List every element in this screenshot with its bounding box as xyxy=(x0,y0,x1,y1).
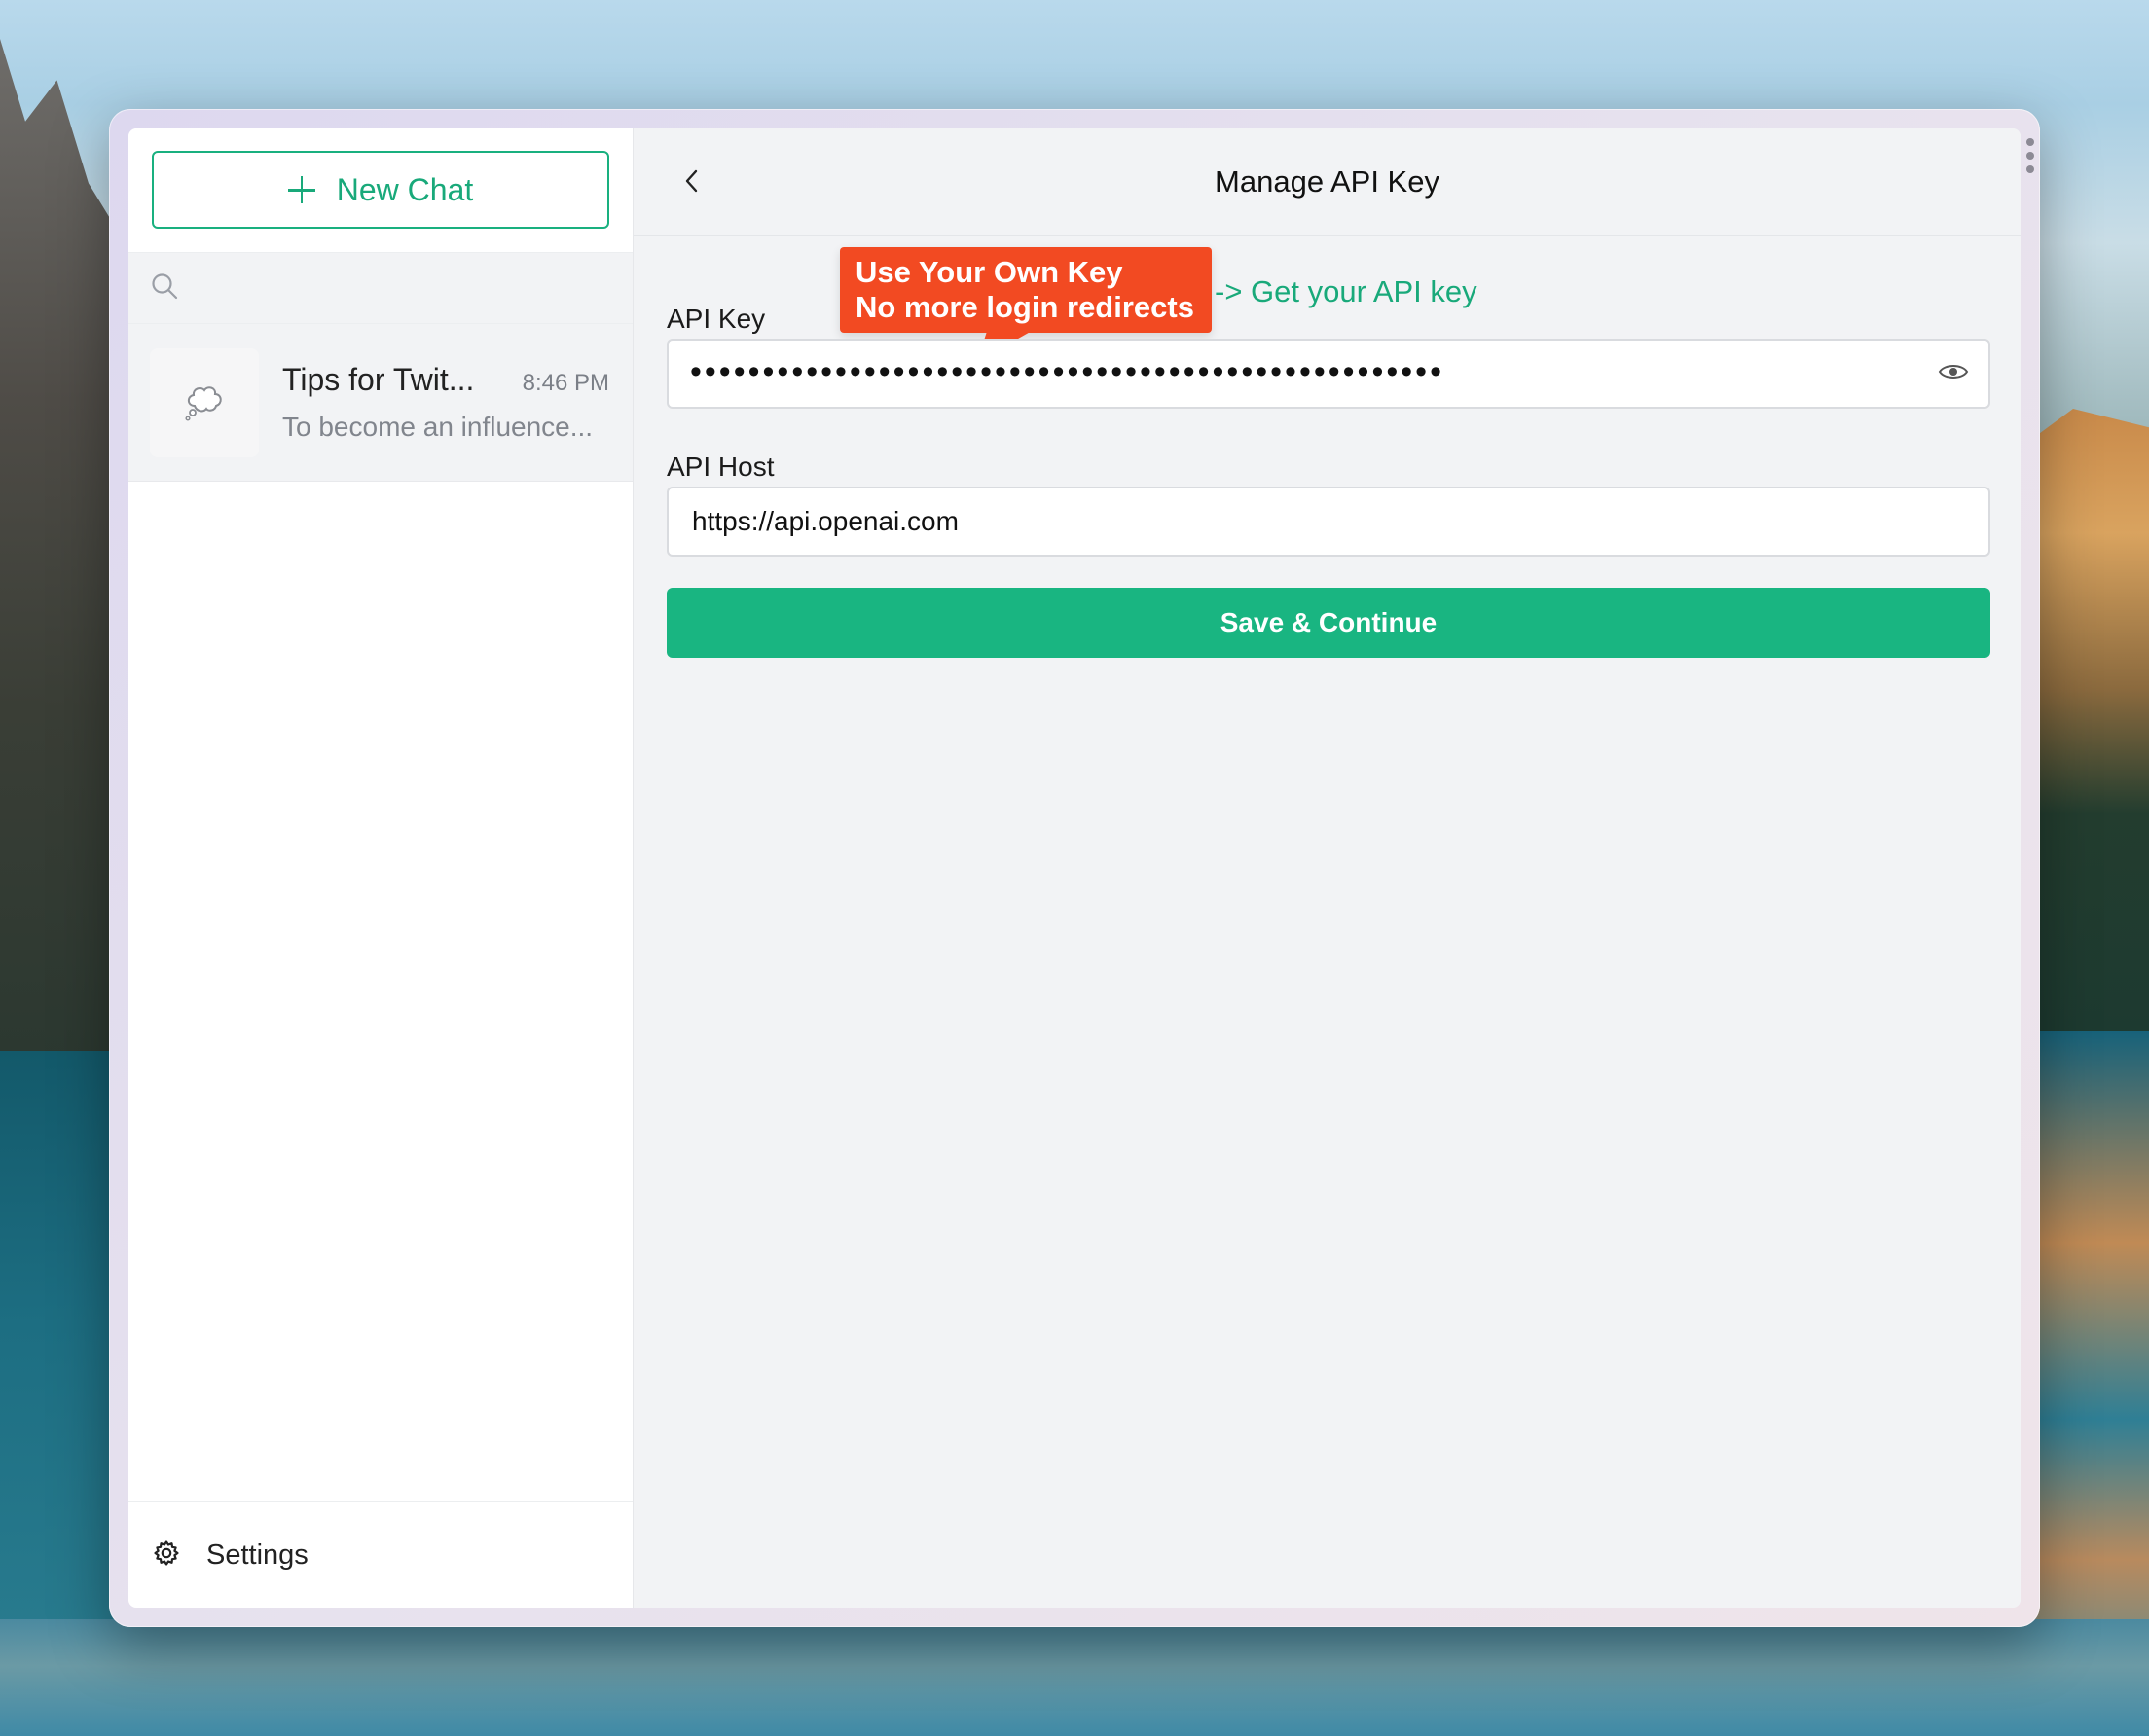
api-host-label: API Host xyxy=(667,452,775,482)
save-continue-button[interactable]: Save & Continue xyxy=(667,588,1990,658)
api-host-field[interactable] xyxy=(667,487,1990,557)
chat-header: Tips for Twit... 8:46 PM xyxy=(282,362,609,398)
settings-button[interactable]: Settings xyxy=(128,1501,633,1608)
wallpaper-mountain-right xyxy=(2022,409,2149,1031)
gear-icon xyxy=(152,1538,181,1573)
app-window: New Chat Tips for Twit... 8:46 PM To bec… xyxy=(109,109,2040,1627)
window-grip-handle[interactable] xyxy=(2026,138,2034,173)
chat-timestamp: 8:46 PM xyxy=(522,370,609,396)
chat-meta: Tips for Twit... 8:46 PM To become an in… xyxy=(282,362,609,443)
new-chat-button[interactable]: New Chat xyxy=(152,151,609,229)
api-host-input[interactable] xyxy=(669,506,1988,537)
app-container: New Chat Tips for Twit... 8:46 PM To bec… xyxy=(128,128,2021,1608)
new-chat-area: New Chat xyxy=(128,128,633,253)
new-chat-label: New Chat xyxy=(336,171,474,207)
chat-title: Tips for Twit... xyxy=(282,362,475,397)
api-key-label: API Key xyxy=(667,304,766,334)
eye-icon xyxy=(1938,361,1969,387)
wallpaper-mountain-left xyxy=(0,39,127,1070)
wallpaper-lake-bottom xyxy=(0,1619,2149,1736)
page-title: Manage API Key xyxy=(1215,164,1439,199)
search-icon xyxy=(150,271,179,306)
api-key-field[interactable]: ••••••••••••••••••••••••••••••••••••••••… xyxy=(667,339,1990,409)
promo-callout: Use Your Own Key No more login redirects xyxy=(840,247,1212,333)
chat-list-item[interactable]: Tips for Twit... 8:46 PM To become an in… xyxy=(128,324,633,482)
toggle-visibility-button[interactable] xyxy=(1936,356,1971,391)
settings-label: Settings xyxy=(206,1538,309,1571)
main-panel: Manage API Key Use Your Own Key No more … xyxy=(634,128,2021,1608)
avatar xyxy=(150,347,259,457)
search-input[interactable] xyxy=(191,271,584,305)
desktop-wallpaper: New Chat Tips for Twit... 8:46 PM To bec… xyxy=(0,0,2149,1736)
callout-line-2: No more login redirects xyxy=(856,290,1194,324)
callout-line-1: Use Your Own Key xyxy=(856,255,1123,289)
thought-bubble-icon xyxy=(181,377,228,428)
back-button[interactable] xyxy=(673,163,711,202)
chevron-left-icon xyxy=(681,168,703,199)
sidebar: New Chat Tips for Twit... 8:46 PM To bec… xyxy=(128,128,634,1608)
get-api-key-link[interactable]: -> Get your API key xyxy=(1215,274,1477,309)
search-bar xyxy=(128,253,633,324)
api-key-input[interactable]: ••••••••••••••••••••••••••••••••••••••••… xyxy=(669,355,1936,388)
page-header: Manage API Key xyxy=(634,128,2021,236)
plus-icon xyxy=(287,176,315,203)
chat-preview: To become an influence... xyxy=(282,412,594,442)
